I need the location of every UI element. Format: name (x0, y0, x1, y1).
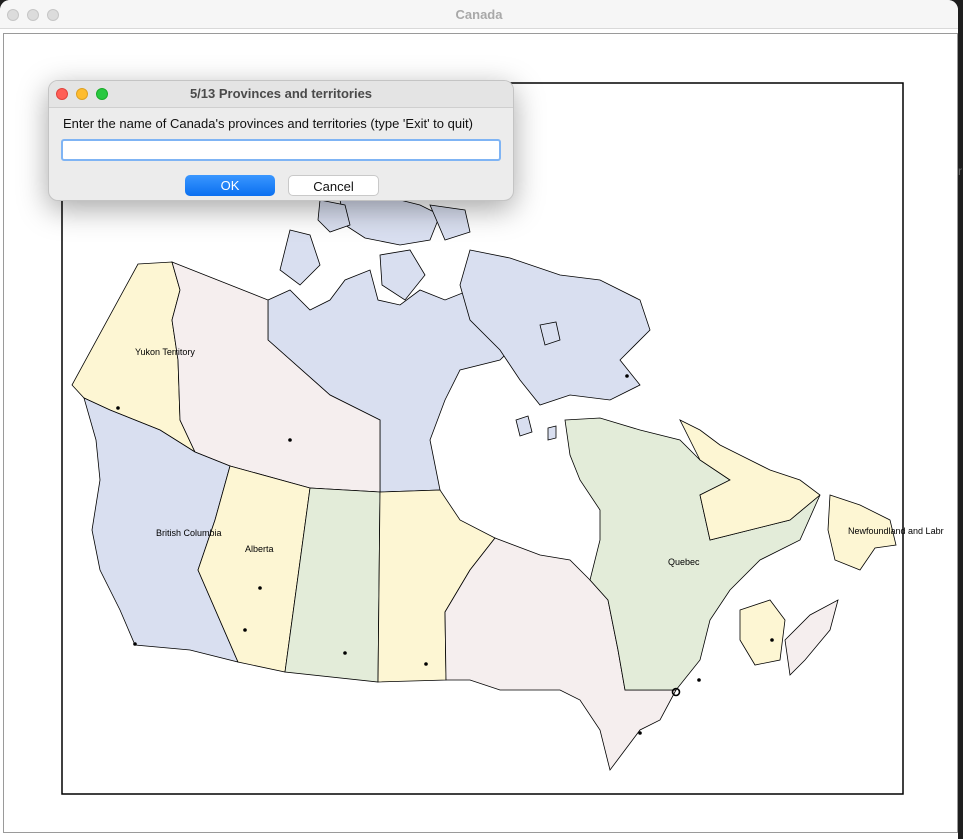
capital-dot (638, 731, 642, 735)
arctic-island-1 (339, 194, 441, 246)
dialog-prompt: Enter the name of Canada's provinces and… (63, 116, 473, 131)
capital-dot (116, 406, 120, 410)
capital-dot (343, 651, 347, 655)
ok-button[interactable]: OK (185, 175, 275, 196)
label-yukon: Yukon Territory (135, 347, 195, 357)
capital-dot (288, 438, 292, 442)
label-quebec: Quebec (668, 557, 700, 567)
capital-dot (258, 586, 262, 590)
capital-dot (424, 662, 428, 666)
label-british-columbia: British Columbia (156, 528, 222, 538)
arctic-island-7 (515, 415, 533, 437)
arctic-island-8 (547, 425, 557, 441)
input-dialog: 5/13 Provinces and territories Enter the… (48, 80, 514, 201)
dialog-title-bar: 5/13 Provinces and territories (49, 81, 513, 108)
background-window-edge-text: r (958, 164, 962, 178)
province-name-input[interactable] (61, 139, 501, 161)
region-new-brunswick (739, 599, 786, 666)
dialog-title: 5/13 Provinces and territories (189, 86, 373, 101)
label-newfoundland: Newfoundland and Labr (848, 526, 944, 536)
cancel-button[interactable]: Cancel (288, 175, 379, 196)
capital-dot (133, 642, 137, 646)
region-nova-scotia (784, 599, 839, 676)
capital-dot (625, 374, 629, 378)
arctic-island-4 (317, 199, 351, 233)
capital-dot (770, 638, 774, 642)
capital-dot (243, 628, 247, 632)
label-alberta: Alberta (245, 544, 274, 554)
capital-dot (697, 678, 701, 682)
arctic-island-3 (279, 229, 321, 286)
